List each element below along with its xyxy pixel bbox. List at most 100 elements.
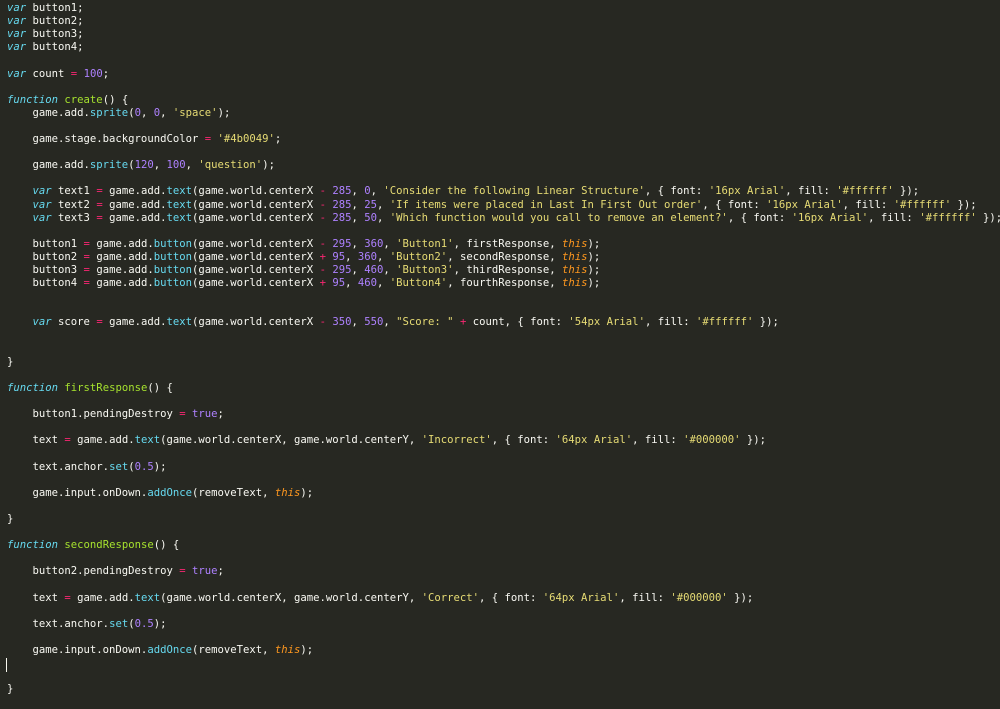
code-line[interactable]: button4 = game.add.button(game.world.cen… — [7, 277, 601, 290]
code-token: ); — [153, 617, 167, 630]
code-line[interactable]: } — [7, 513, 13, 526]
code-token: '64px Arial' — [542, 591, 620, 604]
code-line[interactable]: var button1; — [7, 2, 84, 15]
code-token: game.stage.backgroundColor — [7, 133, 205, 145]
code-token: game.input.onDown. — [7, 486, 148, 499]
code-token: count, { font: — [466, 316, 569, 329]
code-token: sprite — [89, 159, 129, 172]
code-line[interactable]: button1.pendingDestroy = true; — [7, 408, 224, 421]
code-line[interactable]: game.input.onDown.addOnce(removeText, th… — [7, 486, 314, 500]
code-token: firstResponse — [64, 381, 148, 394]
code-token: button — [153, 277, 192, 290]
code-token: var — [7, 2, 27, 14]
code-token: ; — [217, 565, 224, 578]
code-line[interactable]: game.add.sprite(120, 100, 'question'); — [7, 159, 275, 172]
code-token: ); — [300, 643, 314, 656]
text-cursor — [6, 658, 7, 672]
code-token: ; — [217, 408, 224, 421]
code-line[interactable]: button3 = game.add.button(game.world.cen… — [7, 264, 601, 277]
code-token: , — [351, 211, 365, 224]
code-line[interactable]: var text3 = game.add.text(game.world.cen… — [7, 212, 1000, 225]
code-token: (game.world.centerX — [192, 250, 320, 263]
code-token: ); — [300, 486, 314, 499]
code-token: game.add. — [89, 250, 154, 263]
code-token: '16px Arial' — [791, 211, 869, 224]
code-line[interactable]: var button2; — [7, 15, 84, 28]
code-token: count — [26, 67, 71, 80]
code-line[interactable]: text.anchor.set(0.5); — [7, 618, 167, 631]
code-token: 120 — [134, 159, 154, 172]
code-line[interactable]: var score = game.add.text(game.world.cen… — [7, 316, 779, 329]
code-line[interactable]: var button3; — [7, 28, 84, 41]
code-line[interactable]: game.add.sprite(0, 0, 'space'); — [7, 107, 231, 120]
code-token: text1 — [51, 185, 97, 198]
code-line[interactable]: text.anchor.set(0.5); — [7, 461, 167, 474]
code-token: , — [185, 159, 199, 172]
code-token: this — [562, 277, 588, 290]
code-token: 25 — [364, 198, 378, 211]
code-token: ); — [587, 277, 601, 290]
code-token: text — [7, 591, 65, 604]
code-token: button4 — [7, 277, 84, 290]
code-token: '#000000' — [670, 591, 728, 604]
code-line[interactable]: button1 = game.add.button(game.world.cen… — [7, 237, 601, 251]
code-token: , — [351, 237, 365, 250]
code-token: 'Incorrect' — [421, 434, 492, 447]
code-line[interactable]: button2 = game.add.button(game.world.cen… — [7, 250, 601, 264]
code-token: , — [383, 237, 397, 250]
code-token: 95 — [332, 277, 346, 290]
code-token: 0.5 — [134, 617, 154, 630]
code-token: 95 — [332, 250, 346, 263]
code-token: , fill: — [632, 434, 684, 447]
code-token: ; — [102, 67, 110, 80]
code-line[interactable]: } — [7, 683, 13, 696]
code-token: game.add. — [89, 277, 154, 290]
code-token: , secondResponse, — [447, 250, 562, 263]
code-token: , { font: — [727, 211, 792, 224]
code-line[interactable]: var text2 = game.add.text(game.world.cen… — [7, 199, 977, 212]
code-token: , fill: — [868, 211, 920, 224]
code-line[interactable]: function secondResponse() { — [7, 539, 179, 552]
code-token: function — [7, 381, 59, 394]
code-token: , — [377, 277, 390, 290]
code-token: , — [351, 198, 365, 211]
code-token: 460 — [357, 277, 378, 290]
code-token: set — [109, 617, 129, 630]
code-editor[interactable]: var button1; var button2; var button3; var … — [0, 0, 1000, 709]
code-token: 'Consider the following Linear Structure… — [383, 185, 645, 198]
code-token: text — [134, 434, 161, 447]
code-token: (game.world.centerX — [192, 211, 320, 224]
code-token: score — [51, 316, 97, 329]
code-token: text — [166, 316, 192, 329]
code-token: , — [351, 185, 365, 198]
code-token: '64px Arial' — [555, 434, 633, 447]
code-line[interactable]: text = game.add.text(game.world.centerX,… — [7, 591, 754, 605]
code-token: (game.world.centerX — [192, 277, 320, 290]
code-token: text — [134, 591, 161, 604]
code-token: 460 — [364, 264, 384, 276]
code-token: , — [377, 198, 390, 211]
code-line[interactable]: function firstResponse() { — [7, 382, 173, 395]
code-token: this — [274, 643, 301, 656]
code-line[interactable]: var count = 100; — [7, 68, 109, 81]
code-token: , { font: — [491, 434, 556, 447]
code-line[interactable]: var text1 = game.add.text(game.world.cen… — [7, 185, 920, 198]
code-token: game.add. — [102, 198, 167, 211]
code-line[interactable]: game.stage.backgroundColor = '#4b0049'; — [7, 133, 282, 146]
code-token: 295 — [332, 264, 352, 276]
code-line[interactable]: } — [7, 356, 13, 369]
code-line[interactable]: text = game.add.text(game.world.centerX,… — [7, 434, 767, 447]
code-token: 'Button2' — [389, 250, 448, 263]
code-line[interactable]: var button4; — [7, 41, 84, 54]
code-line[interactable]: button2.pendingDestroy = true; — [7, 565, 224, 578]
code-token: 50 — [364, 211, 378, 224]
code-token: , firstResponse, — [453, 237, 562, 250]
code-token: text — [166, 211, 192, 224]
code-token: , { font: — [702, 198, 767, 211]
code-line[interactable]: function create() { — [7, 94, 128, 107]
code-line[interactable]: game.input.onDown.addOnce(removeText, th… — [7, 643, 314, 657]
code-token: 360 — [357, 250, 378, 263]
code-token: , — [351, 264, 365, 276]
code-token: }); — [951, 198, 977, 211]
